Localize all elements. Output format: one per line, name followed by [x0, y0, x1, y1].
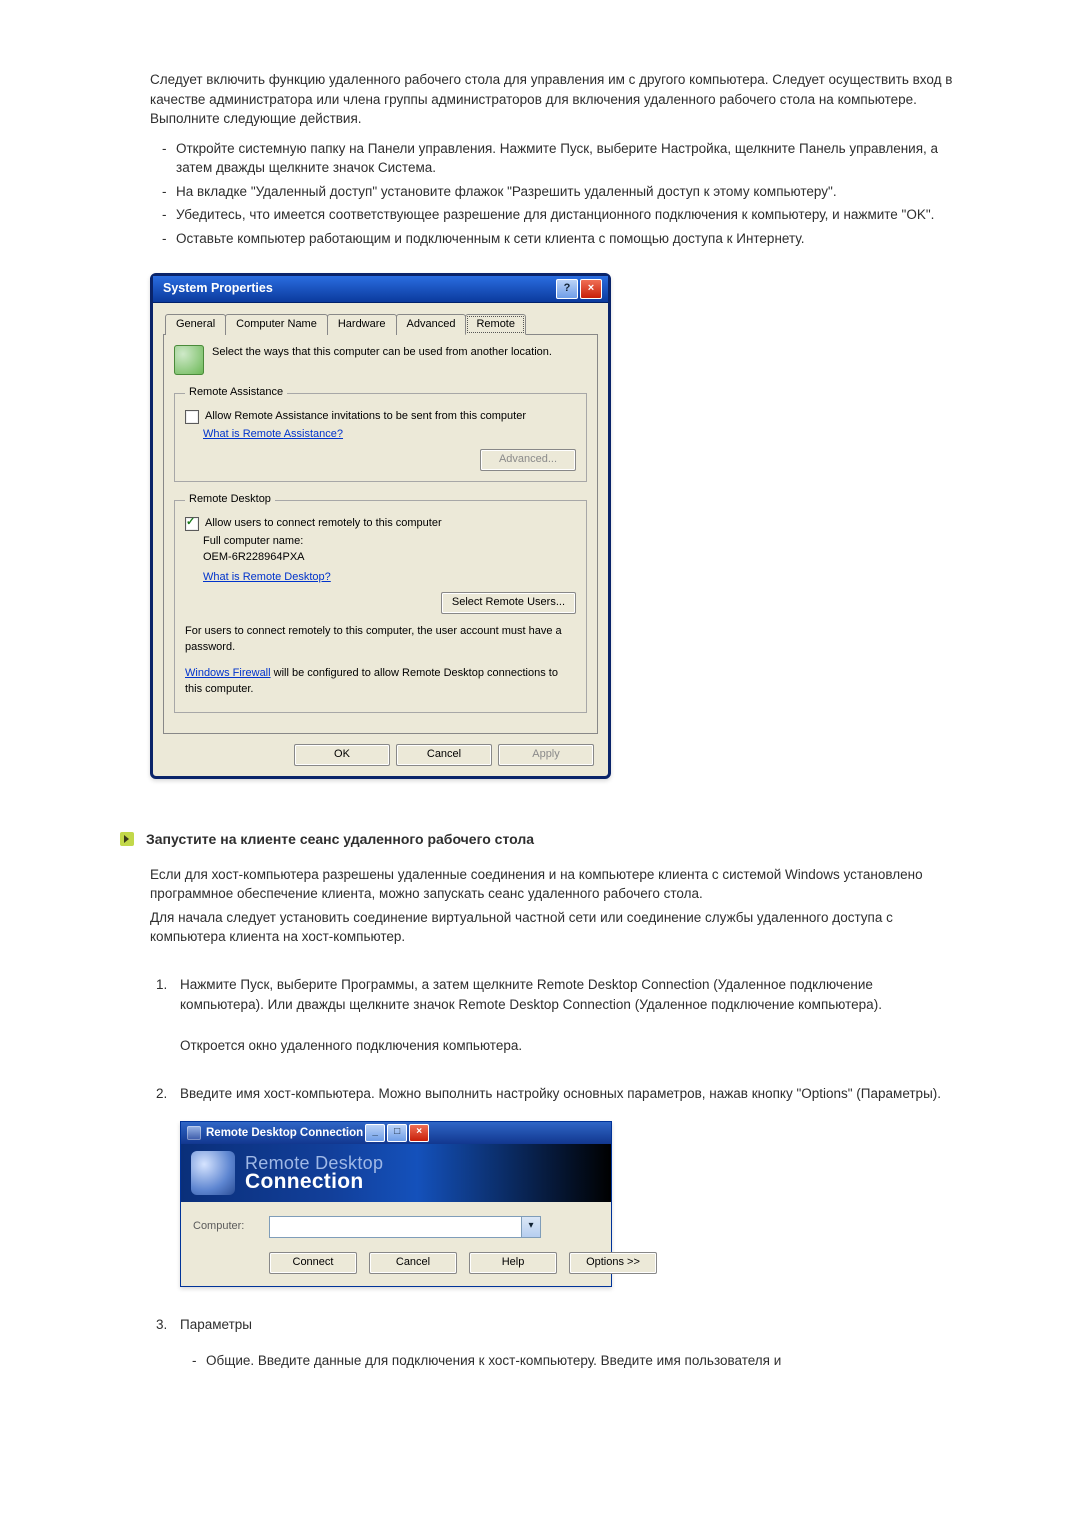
cancel-button[interactable]: Cancel — [396, 744, 492, 766]
step-number: 1. — [156, 975, 167, 995]
remote-desktop-group: Remote Desktop Allow users to connect re… — [174, 492, 587, 712]
step-after-text: Откроется окно удаленного подключения ко… — [180, 1036, 960, 1056]
windows-firewall-link[interactable]: Windows Firewall — [185, 667, 271, 679]
section-title: Запустите на клиенте сеанс удаленного ра… — [146, 829, 534, 849]
ra-legend: Remote Assistance — [185, 385, 287, 401]
step3-sub: Общие. Введите данные для подключения к … — [192, 1351, 960, 1371]
ra-advanced-button[interactable]: Advanced... — [480, 449, 576, 471]
select-remote-users-button[interactable]: Select Remote Users... — [441, 592, 576, 614]
rdc-computer-label: Computer: — [193, 1219, 259, 1235]
rd-legend: Remote Desktop — [185, 492, 275, 508]
section2-p1: Если для хост-компьютера разрешены удале… — [150, 865, 960, 904]
step-number: 2. — [156, 1084, 167, 1104]
pane-intro-text: Select the ways that this computer can b… — [212, 345, 552, 361]
step-1: 1. Нажмите Пуск, выберите Программы, а з… — [150, 975, 960, 1056]
dialog-title: System Properties — [163, 279, 273, 297]
step-3: 3. Параметры Общие. Введите данные для п… — [150, 1315, 960, 1370]
remote-assistance-group: Remote Assistance Allow Remote Assistanc… — [174, 385, 587, 482]
rdc-computer-combobox[interactable]: ▾ — [269, 1216, 541, 1238]
rdc-cancel-button[interactable]: Cancel — [369, 1252, 457, 1274]
rdc-title: Remote Desktop Connection — [206, 1125, 363, 1142]
maximize-button[interactable]: □ — [387, 1124, 407, 1142]
step-text: Введите имя хост-компьютера. Можно выпол… — [180, 1084, 960, 1104]
rdc-app-icon — [187, 1126, 201, 1140]
tab-strip: General Computer Name Hardware Advanced … — [163, 307, 598, 336]
rdc-connect-button[interactable]: Connect — [269, 1252, 357, 1274]
rd-fullname-label: Full computer name: — [203, 534, 576, 550]
ok-button[interactable]: OK — [294, 744, 390, 766]
apply-button[interactable]: Apply — [498, 744, 594, 766]
rdc-header-banner: Remote Desktop Connection — [181, 1144, 611, 1202]
rd-help-link[interactable]: What is Remote Desktop? — [203, 571, 331, 583]
close-button[interactable]: × — [580, 279, 602, 299]
remote-icon — [174, 345, 204, 375]
tab-general[interactable]: General — [165, 314, 226, 336]
titlebar[interactable]: System Properties ? × — [153, 276, 608, 303]
rdc-titlebar[interactable]: Remote Desktop Connection _ □ × — [181, 1122, 611, 1144]
intro-bullet: Убедитесь, что имеется соответствующее р… — [162, 205, 960, 225]
tab-hardware[interactable]: Hardware — [327, 314, 397, 336]
rdc-dialog: Remote Desktop Connection _ □ × Remote D… — [180, 1121, 612, 1287]
step-2: 2. Введите имя хост-компьютера. Можно вы… — [150, 1084, 960, 1288]
help-button[interactable]: ? — [556, 279, 578, 299]
tab-pane-remote: Select the ways that this computer can b… — [163, 335, 598, 733]
tab-remote[interactable]: Remote — [465, 314, 526, 336]
step-text: Параметры — [180, 1315, 960, 1335]
intro-bullet-list: Откройте системную папку на Панели управ… — [150, 139, 960, 249]
ra-help-link[interactable]: What is Remote Assistance? — [203, 427, 343, 443]
chevron-down-icon[interactable]: ▾ — [521, 1217, 540, 1237]
tab-advanced[interactable]: Advanced — [396, 314, 467, 336]
arrow-icon — [120, 832, 134, 846]
rd-checkbox[interactable] — [185, 517, 199, 531]
intro-bullet: Оставьте компьютер работающим и подключе… — [162, 229, 960, 249]
step-number: 3. — [156, 1315, 167, 1335]
rd-fullname-value: OEM-6R228964PXA — [203, 550, 576, 566]
section-start-session: Запустите на клиенте сеанс удаленного ра… — [150, 829, 960, 849]
intro-bullet: Откройте системную папку на Панели управ… — [162, 139, 960, 178]
intro-bullet: На вкладке "Удаленный доступ" установите… — [162, 182, 960, 202]
close-button[interactable]: × — [409, 1124, 429, 1142]
step-text: Нажмите Пуск, выберите Программы, а зате… — [180, 975, 960, 1014]
rdc-logo-icon — [191, 1151, 235, 1195]
tab-computer-name[interactable]: Computer Name — [225, 314, 328, 336]
steps-list: 1. Нажмите Пуск, выберите Программы, а з… — [150, 975, 960, 1370]
rd-password-note: For users to connect remotely to this co… — [185, 624, 576, 656]
ra-checkbox-label: Allow Remote Assistance invitations to b… — [205, 409, 526, 425]
rd-checkbox-label: Allow users to connect remotely to this … — [205, 516, 442, 532]
section2-p2: Для начала следует установить соединение… — [150, 908, 960, 947]
ra-checkbox[interactable] — [185, 410, 199, 424]
minimize-button[interactable]: _ — [365, 1124, 385, 1142]
rdc-options-button[interactable]: Options >> — [569, 1252, 657, 1274]
rdc-help-button[interactable]: Help — [469, 1252, 557, 1274]
rdc-header-line2: Connection — [245, 1171, 383, 1193]
system-properties-dialog: System Properties ? × General Computer N… — [150, 273, 611, 779]
rdc-computer-value — [270, 1217, 521, 1237]
intro-paragraph: Следует включить функцию удаленного рабо… — [150, 70, 960, 129]
